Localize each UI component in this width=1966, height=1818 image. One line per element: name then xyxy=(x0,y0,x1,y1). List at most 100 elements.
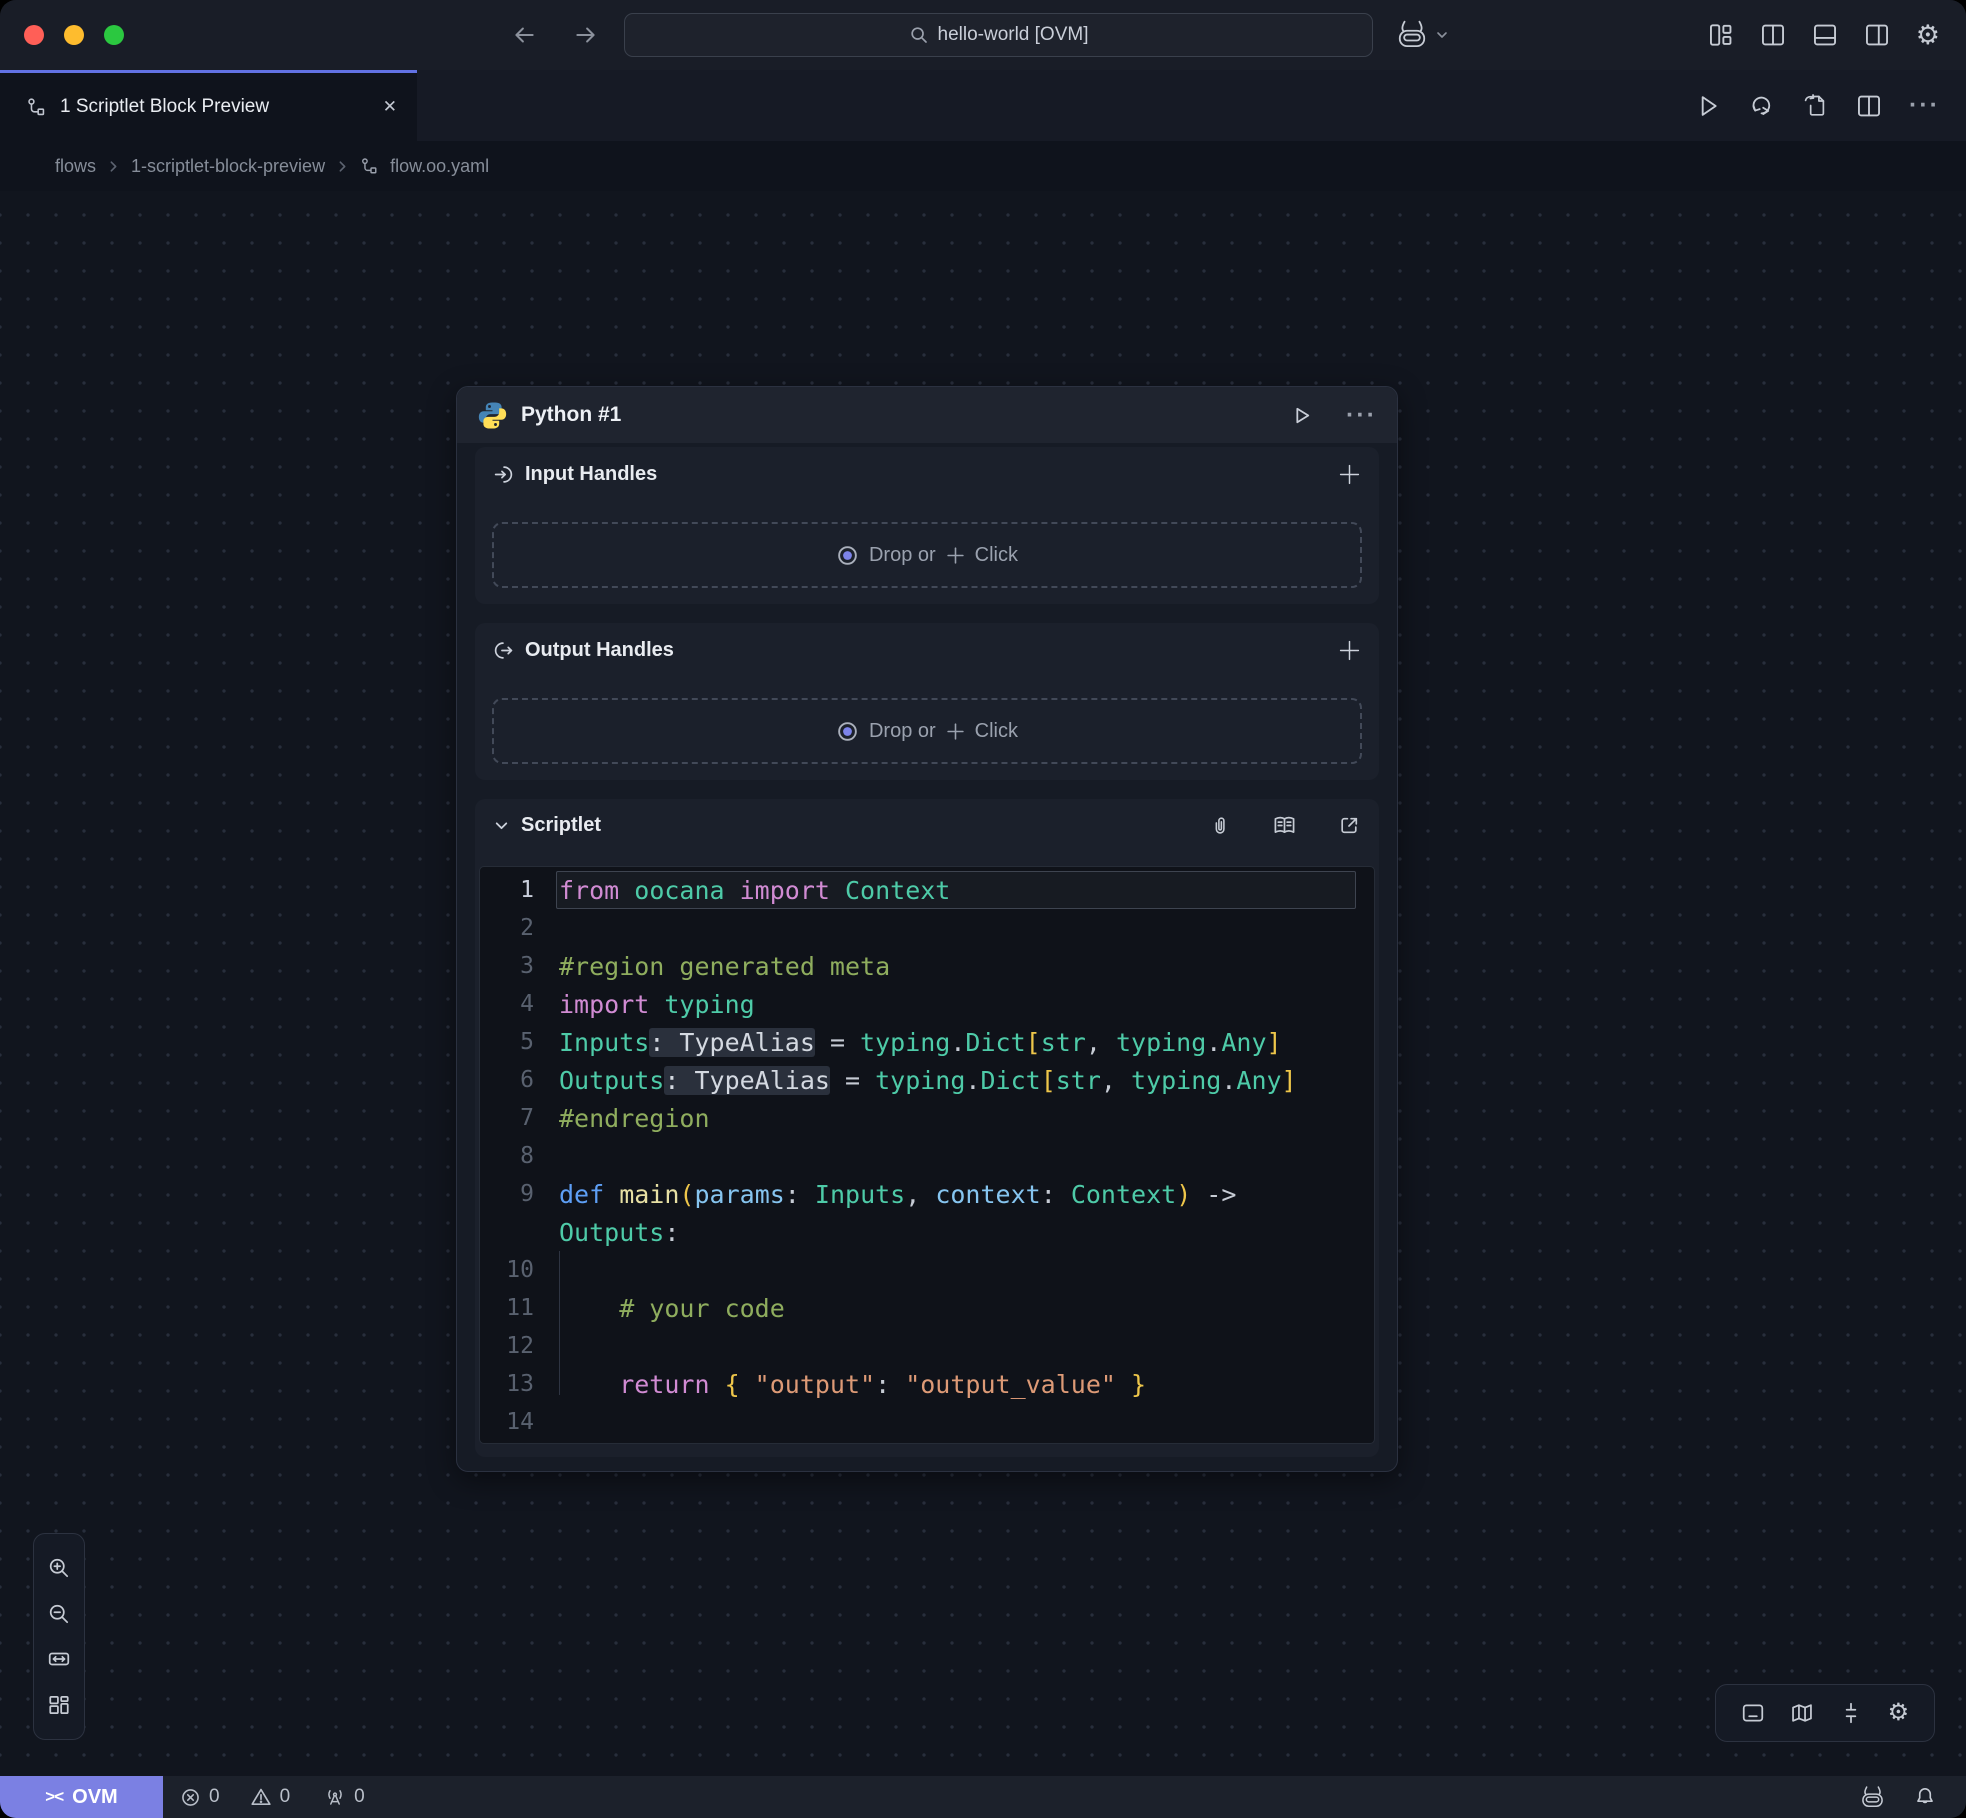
code-row[interactable]: Outputs: xyxy=(480,1213,1374,1251)
add-output-handle-icon[interactable] xyxy=(1338,639,1361,662)
minimize-window-button[interactable] xyxy=(64,25,84,45)
output-handle-icon xyxy=(493,640,514,661)
ports-count: 0 xyxy=(354,1786,365,1808)
node-more-icon[interactable]: ··· xyxy=(1346,403,1377,428)
drop-text: Drop or xyxy=(869,720,936,743)
layout-grid-icon[interactable] xyxy=(47,1693,71,1717)
code-line[interactable] xyxy=(556,1327,1356,1365)
code-row[interactable]: 4import typing xyxy=(480,985,1374,1023)
code-row[interactable]: 2 xyxy=(480,909,1374,947)
code-row[interactable]: 7#endregion xyxy=(480,1099,1374,1137)
code-line[interactable]: # your code xyxy=(556,1289,1356,1327)
code-row[interactable]: 14 xyxy=(480,1403,1374,1441)
app-window: hello-world [OVM] xyxy=(0,0,1966,1818)
node-card-python-1[interactable]: Python #1 ··· Input Handles xyxy=(456,386,1398,1472)
run-icon[interactable] xyxy=(1695,93,1721,119)
search-icon xyxy=(909,25,929,45)
toggle-panel-icon[interactable] xyxy=(1812,22,1838,48)
code-row[interactable]: 6Outputs: TypeAlias = typing.Dict[str, t… xyxy=(480,1061,1374,1099)
code-row[interactable]: 5Inputs: TypeAlias = typing.Dict[str, ty… xyxy=(480,1023,1374,1061)
file-sync-icon[interactable] xyxy=(1802,92,1829,119)
code-row[interactable]: 10 xyxy=(480,1251,1374,1289)
code-line[interactable]: from oocana import Context xyxy=(556,871,1356,909)
click-text: Click xyxy=(975,544,1018,567)
input-handles-section: Input Handles Drop or Click xyxy=(475,447,1379,604)
status-bar: >< OVM 0 0 0 xyxy=(0,1776,1966,1818)
code-line[interactable] xyxy=(556,1403,1356,1441)
flow-icon xyxy=(26,97,47,118)
tab-scriptlet-block-preview[interactable]: 1 Scriptlet Block Preview ✕ xyxy=(0,70,417,141)
canvas-settings-icon[interactable]: ⚙ xyxy=(1888,1701,1910,1725)
ports-indicator[interactable]: 0 xyxy=(324,1786,365,1808)
back-icon[interactable] xyxy=(506,17,542,53)
notifications-bell-icon[interactable] xyxy=(1914,1786,1936,1808)
toggle-secondary-sidebar-icon[interactable] xyxy=(1864,22,1890,48)
breadcrumb-item-flows[interactable]: flows xyxy=(55,156,96,177)
toggle-primary-sidebar-icon[interactable] xyxy=(1760,22,1786,48)
node-title: Python #1 xyxy=(521,403,621,427)
code-editor[interactable]: 1from oocana import Context23#region gen… xyxy=(479,866,1375,1444)
ports-tower-icon xyxy=(324,1786,346,1808)
search-value: hello-world [OVM] xyxy=(938,24,1089,46)
input-dropzone[interactable]: Drop or Click xyxy=(492,522,1362,588)
breadcrumb-item-folder[interactable]: 1-scriptlet-block-preview xyxy=(131,156,325,177)
close-tab-icon[interactable]: ✕ xyxy=(383,97,397,117)
code-line[interactable] xyxy=(556,1251,1356,1289)
radio-dot-icon xyxy=(836,544,859,567)
code-rows: 1from oocana import Context23#region gen… xyxy=(480,871,1374,1441)
line-number: 12 xyxy=(480,1327,556,1365)
search-input[interactable]: hello-world [OVM] xyxy=(624,13,1373,57)
code-line[interactable]: Inputs: TypeAlias = typing.Dict[str, typ… xyxy=(556,1023,1356,1061)
code-line[interactable] xyxy=(556,909,1356,947)
line-number: 14 xyxy=(480,1403,556,1441)
code-line[interactable] xyxy=(556,1137,1356,1175)
code-line[interactable]: return { "output": "output_value" } xyxy=(556,1365,1356,1403)
errors-count: 0 xyxy=(209,1786,220,1808)
breadcrumb-item-file[interactable]: flow.oo.yaml xyxy=(390,156,489,177)
code-line[interactable]: def main(params: Inputs, context: Contex… xyxy=(556,1175,1356,1213)
chevron-down-icon[interactable] xyxy=(493,817,510,834)
maximize-window-button[interactable] xyxy=(104,25,124,45)
settings-gear-icon[interactable]: ⚙ xyxy=(1916,22,1940,49)
output-dropzone[interactable]: Drop or Click xyxy=(492,698,1362,764)
open-external-icon[interactable] xyxy=(1338,814,1361,837)
canvas-view-toolbar: ⚙ xyxy=(1715,1684,1935,1742)
code-line[interactable]: import typing xyxy=(556,985,1356,1023)
zoom-in-icon[interactable] xyxy=(47,1556,71,1580)
assistant-menu-button[interactable] xyxy=(1395,0,1449,70)
fit-width-icon[interactable] xyxy=(47,1647,71,1671)
center-view-icon[interactable] xyxy=(1839,1701,1863,1725)
warning-icon xyxy=(250,1786,272,1808)
add-input-handle-icon[interactable] xyxy=(1338,463,1361,486)
code-line[interactable]: #region generated meta xyxy=(556,947,1356,985)
more-actions-icon[interactable]: ··· xyxy=(1909,93,1940,118)
split-editor-icon[interactable] xyxy=(1856,93,1882,119)
line-number: 10 xyxy=(480,1251,556,1289)
code-row[interactable]: 13 return { "output": "output_value" } xyxy=(480,1365,1374,1403)
code-row[interactable]: 9def main(params: Inputs, context: Conte… xyxy=(480,1175,1374,1213)
toggle-bottom-panel-icon[interactable] xyxy=(1741,1701,1765,1725)
code-line[interactable]: #endregion xyxy=(556,1099,1356,1137)
docs-book-icon[interactable] xyxy=(1272,813,1297,838)
problems-indicator[interactable]: 0 0 xyxy=(180,1786,290,1808)
minimap-icon[interactable] xyxy=(1790,1701,1814,1725)
mascot-icon xyxy=(1395,19,1429,51)
code-row[interactable]: 1from oocana import Context xyxy=(480,871,1374,909)
code-row[interactable]: 3#region generated meta xyxy=(480,947,1374,985)
plus-icon xyxy=(946,546,965,565)
code-row[interactable]: 11 # your code xyxy=(480,1289,1374,1327)
attach-icon[interactable] xyxy=(1208,814,1231,837)
node-header[interactable]: Python #1 ··· xyxy=(457,387,1397,443)
node-run-icon[interactable] xyxy=(1290,404,1313,427)
forward-icon[interactable] xyxy=(568,17,604,53)
code-row[interactable]: 8 xyxy=(480,1137,1374,1175)
zoom-out-icon[interactable] xyxy=(47,1602,71,1626)
rerun-icon[interactable] xyxy=(1748,92,1775,119)
code-line[interactable]: Outputs: xyxy=(556,1213,1356,1251)
customize-layout-icon[interactable] xyxy=(1708,22,1734,48)
remote-indicator[interactable]: >< OVM xyxy=(0,1776,163,1818)
mascot-status-icon[interactable] xyxy=(1859,1785,1886,1810)
code-row[interactable]: 12 xyxy=(480,1327,1374,1365)
close-window-button[interactable] xyxy=(24,25,44,45)
code-line[interactable]: Outputs: TypeAlias = typing.Dict[str, ty… xyxy=(556,1061,1356,1099)
